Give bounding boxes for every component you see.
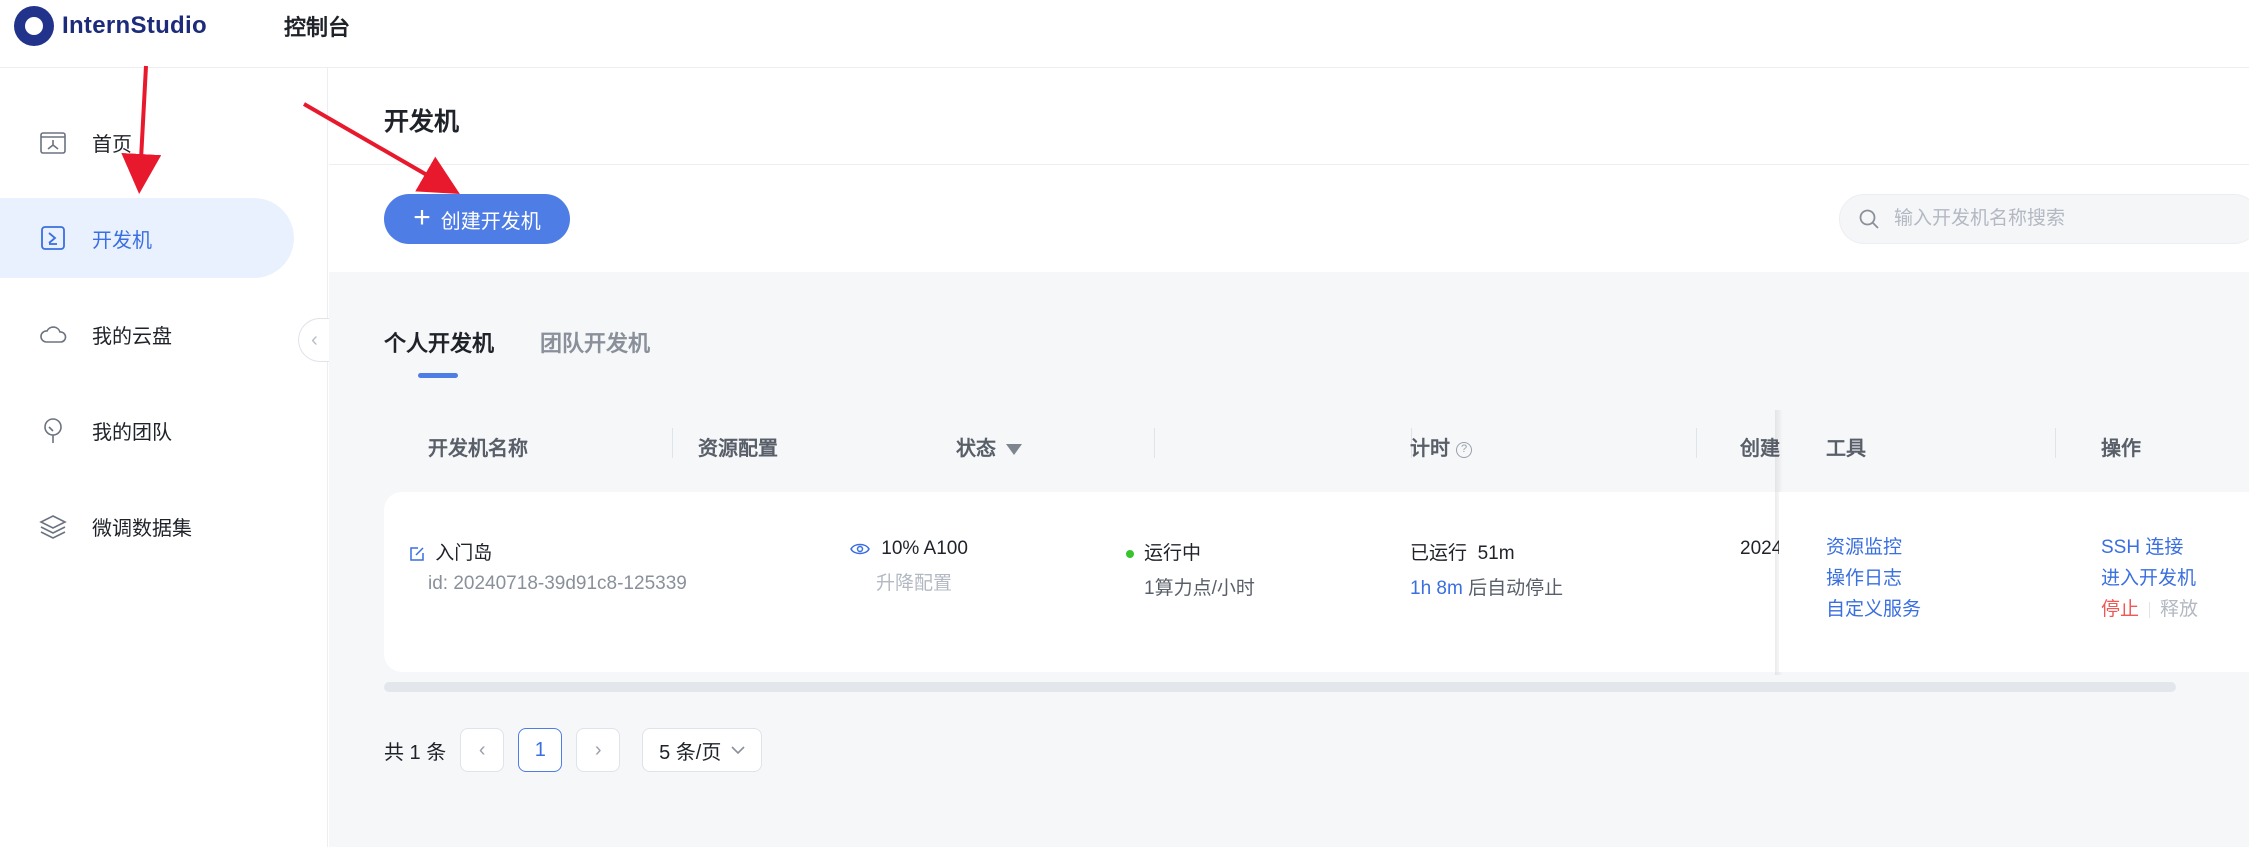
filter-icon[interactable]	[1006, 444, 1022, 456]
timer-header-label: 计时	[1410, 438, 1450, 460]
tools-cell: 资源监控 操作日志 自定义服务	[1826, 532, 1921, 625]
tab-personal-dev-machines[interactable]: 个人开发机	[384, 326, 494, 378]
column-header-status[interactable]: 状态	[956, 432, 1022, 461]
cell-status: 运行中 1算力点/小时	[1126, 538, 1255, 600]
search-icon	[1859, 209, 1879, 229]
create-button-label: 创建开发机	[440, 210, 541, 233]
column-header-created: 创建	[1740, 438, 1780, 460]
column-divider	[672, 428, 673, 458]
column-header-tools: 工具	[1826, 438, 1866, 460]
auto-stop-suffix: 后自动停止	[1468, 578, 1564, 599]
column-header-timer: 计时?	[1410, 432, 1472, 461]
cell-resource: 10% A100 升降配置	[850, 538, 968, 595]
create-dev-machine-button[interactable]: + 创建开发机	[384, 194, 570, 244]
column-header-resource: 资源配置	[698, 438, 778, 460]
horizontal-scrollbar[interactable]	[384, 682, 2176, 692]
status-dot	[1126, 549, 1134, 558]
chevron-down-icon	[731, 746, 745, 755]
dev-machine-id: id: 20240718-39d91c8-125339	[428, 573, 687, 594]
resource-spec: 10% A100	[881, 538, 968, 559]
logo[interactable]: InternStudio	[14, 6, 207, 46]
fixed-columns: 工具 操作 资源监控 操作日志 自定义服务 SSH 连接 进入开发机 停止 释放	[1779, 410, 2249, 675]
auto-stop-time: 1h 8m	[1410, 578, 1463, 599]
edit-icon[interactable]	[408, 545, 426, 563]
sidebar-item-dev-machine[interactable]: 开发机	[0, 198, 294, 278]
column-divider	[2055, 428, 2056, 458]
enter-dev-machine-link[interactable]: 进入开发机	[2101, 563, 2198, 594]
sidebar-item-label: 我的团队	[92, 421, 172, 444]
toolbar: + 创建开发机	[329, 165, 2249, 272]
action-divider	[2149, 601, 2151, 618]
search-input[interactable]	[1892, 207, 2249, 231]
resource-monitor-link[interactable]: 资源监控	[1826, 532, 1921, 563]
tab-bar: 个人开发机 团队开发机	[384, 326, 650, 378]
release-link: 释放	[2160, 599, 2199, 620]
status-header-label: 状态	[956, 438, 996, 460]
sidebar-item-label: 微调数据集	[92, 517, 192, 540]
running-label: 已运行	[1410, 543, 1468, 564]
top-bar: InternStudio 控制台	[0, 0, 2249, 68]
cloud-icon	[38, 319, 68, 349]
running-time: 51m	[1477, 543, 1515, 564]
dev-machine-name: 入门岛	[435, 543, 493, 564]
layers-icon	[38, 511, 68, 541]
resize-config-link[interactable]: 升降配置	[850, 568, 968, 595]
sidebar-item-my-team[interactable]: 我的团队	[0, 390, 294, 470]
column-header-actions: 操作	[2101, 438, 2141, 460]
sidebar-item-label: 首页	[92, 133, 132, 156]
help-icon[interactable]: ?	[1456, 441, 1472, 458]
column-divider	[1696, 428, 1697, 458]
home-icon	[38, 127, 68, 157]
ssh-connect-link[interactable]: SSH 连接	[2101, 532, 2198, 563]
page-header: 开发机	[329, 68, 2249, 165]
column-divider	[1154, 428, 1155, 458]
search-box[interactable]	[1839, 194, 2249, 244]
column-header-name: 开发机名称	[428, 438, 528, 460]
actions-cell: SSH 连接 进入开发机 停止 释放	[2101, 532, 2198, 625]
next-page-button[interactable]: ›	[576, 728, 621, 772]
pagination: 共 1 条 ‹ 1 › 5 条/页	[384, 728, 763, 772]
eye-icon[interactable]	[850, 541, 870, 557]
operation-log-link[interactable]: 操作日志	[1826, 563, 1921, 594]
page-title: 开发机	[384, 108, 460, 136]
console-link[interactable]: 控制台	[284, 10, 350, 42]
cell-name: 入门岛 id: 20240718-39d91c8-125339	[408, 538, 687, 595]
sidebar-collapse-button[interactable]: ‹	[298, 318, 330, 362]
team-tree-icon	[38, 415, 68, 445]
fixed-row: 资源监控 操作日志 自定义服务 SSH 连接 进入开发机 停止 释放	[1779, 492, 2249, 672]
compute-cost: 1算力点/小时	[1144, 578, 1255, 599]
status-text: 运行中	[1144, 543, 1202, 564]
page-size-label: 5 条/页	[659, 741, 722, 764]
sidebar-item-home[interactable]: 首页	[0, 102, 294, 182]
cell-timer: 已运行 51m 1h 8m 后自动停止	[1410, 538, 1563, 600]
stop-link[interactable]: 停止	[2101, 599, 2139, 620]
sidebar-item-label: 我的云盘	[92, 325, 172, 348]
sidebar-item-label: 开发机	[92, 229, 152, 252]
sidebar-item-finetune-datasets[interactable]: 微调数据集	[0, 486, 294, 566]
sidebar: 首页 开发机 我的云盘 我的团队 微调数据集 ‹	[0, 68, 330, 847]
page-number-button[interactable]: 1	[518, 728, 563, 772]
logo-text: InternStudio	[62, 12, 207, 39]
prev-page-button[interactable]: ‹	[460, 728, 505, 772]
terminal-icon	[38, 223, 68, 253]
tab-team-dev-machines[interactable]: 团队开发机	[540, 326, 650, 378]
chevron-right-icon: ›	[594, 738, 602, 761]
chevron-left-icon: ‹	[311, 328, 318, 351]
plus-icon: +	[413, 200, 431, 234]
sidebar-item-cloud-drive[interactable]: 我的云盘	[0, 294, 294, 374]
logo-icon	[14, 6, 54, 46]
total-count: 共 1 条	[384, 741, 447, 764]
page-size-select[interactable]: 5 条/页	[642, 728, 763, 772]
chevron-left-icon: ‹	[478, 738, 486, 761]
custom-service-link[interactable]: 自定义服务	[1826, 594, 1921, 625]
